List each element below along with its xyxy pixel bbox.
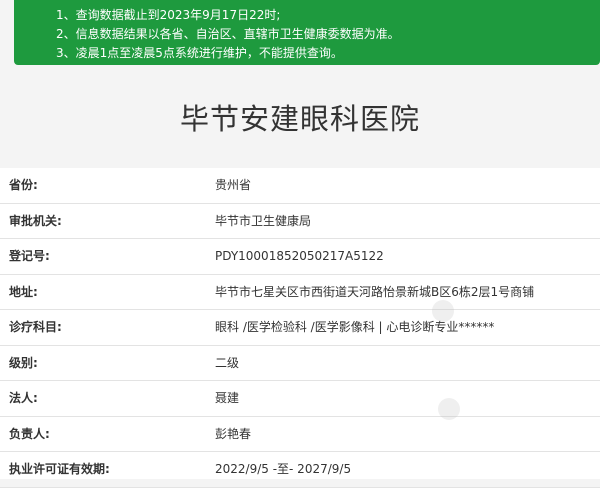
info-row-address: 地址: 毕节市七星关区市西街道天河路怡景新城B区6栋2层1号商铺 bbox=[0, 275, 600, 310]
info-value: 毕节市七星关区市西街道天河路怡景新城B区6栋2层1号商铺 bbox=[215, 284, 535, 299]
info-label: 执业许可证有效期: bbox=[9, 462, 110, 476]
info-row-province: 省份: 贵州省 bbox=[0, 168, 600, 204]
notice-line: 3、凌晨1点至凌晨5点系统进行维护，不能提供查询。 bbox=[56, 46, 343, 60]
info-label: 审批机关: bbox=[9, 213, 62, 228]
info-value: 2022/9/5 -至- 2027/9/5 bbox=[215, 462, 352, 476]
info-label: 地址: bbox=[9, 284, 38, 299]
info-row-legal-person: 法人: 聂建 bbox=[0, 381, 600, 417]
info-label: 法人: bbox=[9, 391, 38, 405]
info-label: 省份: bbox=[9, 178, 38, 192]
notice-line: 1、查询数据截止到2023年9月17日22时; bbox=[56, 8, 281, 22]
hospital-info-table: 省份: 贵州省 审批机关: 毕节市卫生健康局 登记号: PDY100018520… bbox=[0, 168, 600, 488]
info-value: 聂建 bbox=[215, 391, 240, 405]
hospital-name: 毕节安建眼科医院 bbox=[179, 102, 420, 136]
info-value: PDY10001852050217A5122 bbox=[215, 249, 384, 263]
info-value: 二级 bbox=[215, 355, 240, 370]
info-row-license-validity: 执业许可证有效期: 2022/9/5 -至- 2027/9/5 bbox=[0, 452, 600, 488]
info-row-approval-authority: 审批机关: 毕节市卫生健康局 bbox=[0, 204, 600, 239]
info-label: 诊疗科目: bbox=[9, 320, 62, 334]
info-value: 彭艳春 bbox=[215, 426, 252, 441]
info-row-departments: 诊疗科目: 眼科 /医学检验科 /医学影像科 | 心电诊断专业****** bbox=[0, 310, 600, 346]
info-label: 登记号: bbox=[9, 249, 50, 263]
info-label: 级别: bbox=[9, 355, 38, 370]
info-row-person-in-charge: 负责人: 彭艳春 bbox=[0, 417, 600, 452]
notice-banner: 1、查询数据截止到2023年9月17日22时; 2、信息数据结果以各省、自治区、… bbox=[14, 0, 600, 65]
info-row-registration-number: 登记号: PDY10001852050217A5122 bbox=[0, 239, 600, 275]
info-value: 贵州省 bbox=[215, 178, 252, 192]
info-value: 眼科 /医学检验科 /医学影像科 | 心电诊断专业****** bbox=[215, 320, 495, 334]
info-label: 负责人: bbox=[9, 426, 50, 441]
notice-line: 2、信息数据结果以各省、自治区、直辖市卫生健康委数据为准。 bbox=[56, 27, 400, 41]
info-row-level: 级别: 二级 bbox=[0, 346, 600, 381]
info-value: 毕节市卫生健康局 bbox=[215, 213, 312, 228]
